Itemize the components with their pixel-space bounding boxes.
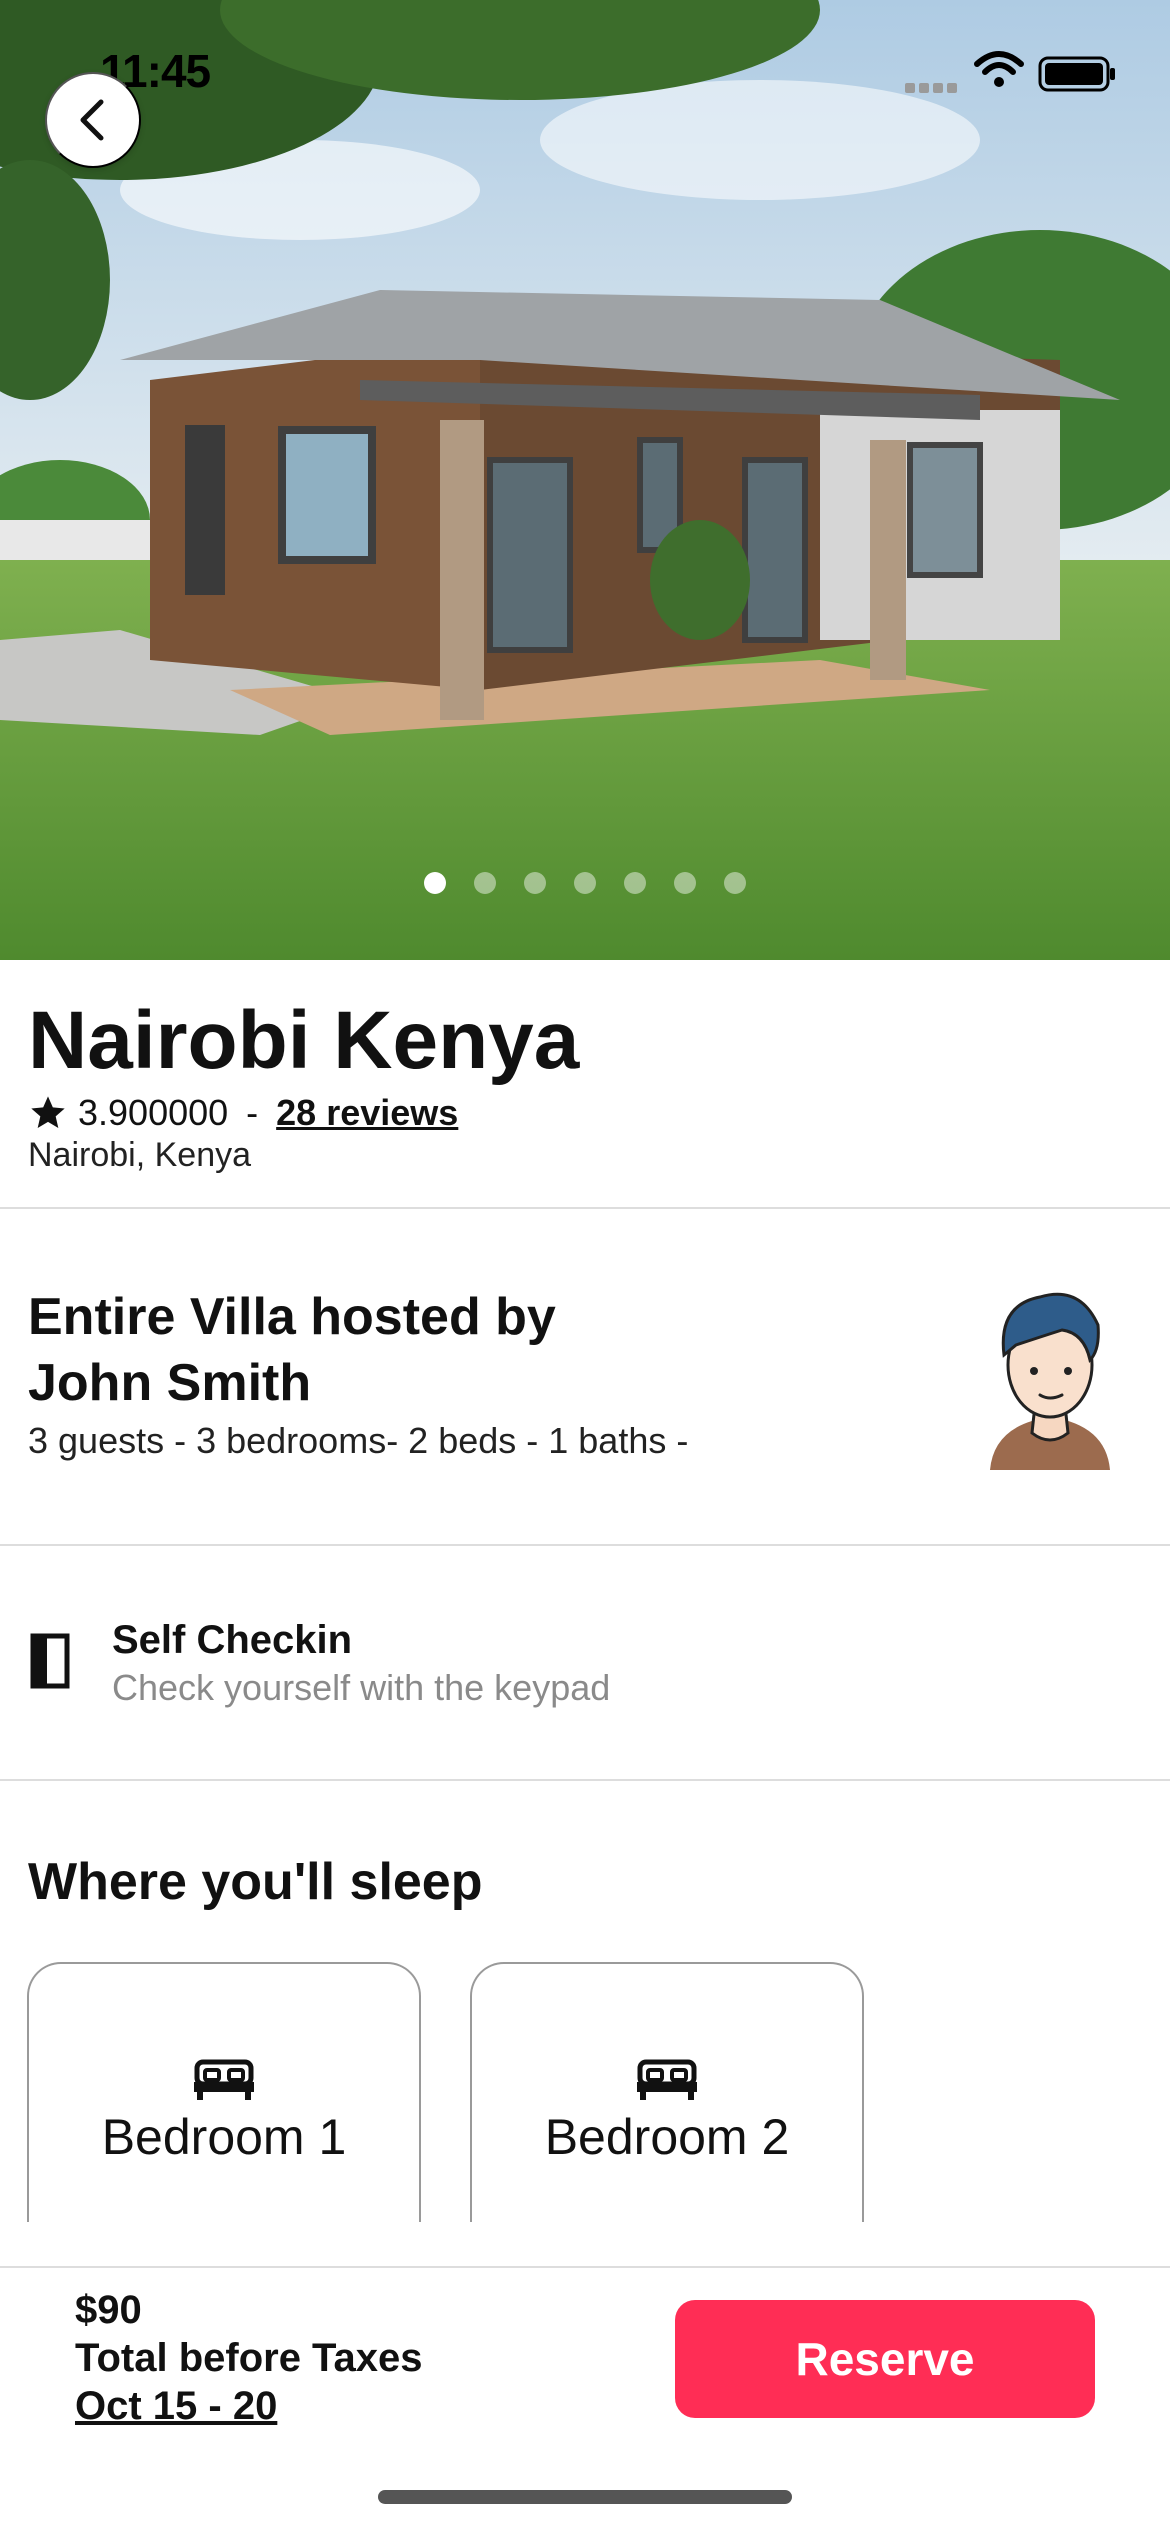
divider (0, 1207, 1170, 1209)
divider (0, 1544, 1170, 1546)
bed-icon (637, 2059, 697, 2100)
rating-separator: - (246, 1092, 259, 1133)
sleep-section-title: Where you'll sleep (28, 1853, 483, 1911)
gallery-dot-4[interactable] (574, 872, 596, 894)
rating-value: 3.900000 (78, 1092, 229, 1133)
home-indicator[interactable] (378, 2490, 792, 2504)
bedroom-label: Bedroom 1 (101, 2109, 347, 2165)
gallery-page-indicator[interactable] (0, 872, 1170, 899)
bedroom-card[interactable]: Bedroom 2 (470, 1962, 864, 2222)
star-icon (31, 1096, 65, 1128)
reviews-link[interactable]: 28 reviews (276, 1092, 458, 1134)
chevron-left-icon (80, 99, 104, 141)
battery-icon (1038, 56, 1115, 92)
divider (0, 1779, 1170, 1781)
status-bar: 11:45 (0, 0, 1170, 140)
gallery-dot-2[interactable] (474, 872, 496, 894)
door-icon (30, 1633, 70, 1689)
host-meta: 3 guests - 3 bedrooms- 2 beds - 1 baths … (28, 1420, 689, 1461)
checkin-subtitle: Check yourself with the keypad (112, 1667, 611, 1708)
dates-link[interactable]: Oct 15 - 20 (75, 2384, 277, 2429)
bedroom-label: Bedroom 2 (544, 2109, 790, 2165)
back-button[interactable] (45, 72, 141, 168)
cellular-signal-icon (905, 80, 961, 93)
price: $90 (75, 2288, 142, 2332)
gallery-dot-5[interactable] (624, 872, 646, 894)
checkin-title: Self Checkin (112, 1618, 353, 1662)
rating-row: 3.900000 - 28 reviews (28, 1088, 458, 1138)
gallery-dot-7[interactable] (724, 872, 746, 894)
host-title: Entire Villa hosted by John Smith (28, 1288, 556, 1412)
gallery-dot-6[interactable] (674, 872, 696, 894)
listing-location: Nairobi, Kenya (28, 1136, 252, 1174)
gallery-dot-3[interactable] (524, 872, 546, 894)
listing-title-block: Nairobi Kenya (28, 993, 579, 1089)
gallery-dot-1[interactable] (424, 872, 446, 894)
bedroom-card[interactable]: Bedroom 1 (27, 1962, 421, 2222)
listing-title: Nairobi Kenya (28, 995, 580, 1086)
listing-photo-gallery[interactable]: 11:45 (0, 0, 1170, 960)
house-photo (0, 0, 1170, 960)
bed-icon (194, 2059, 254, 2100)
reserve-button[interactable]: Reserve (675, 2300, 1095, 2418)
price-note: Total before Taxes (75, 2336, 423, 2380)
wifi-icon (974, 51, 1024, 87)
host-avatar[interactable] (980, 1275, 1120, 1475)
